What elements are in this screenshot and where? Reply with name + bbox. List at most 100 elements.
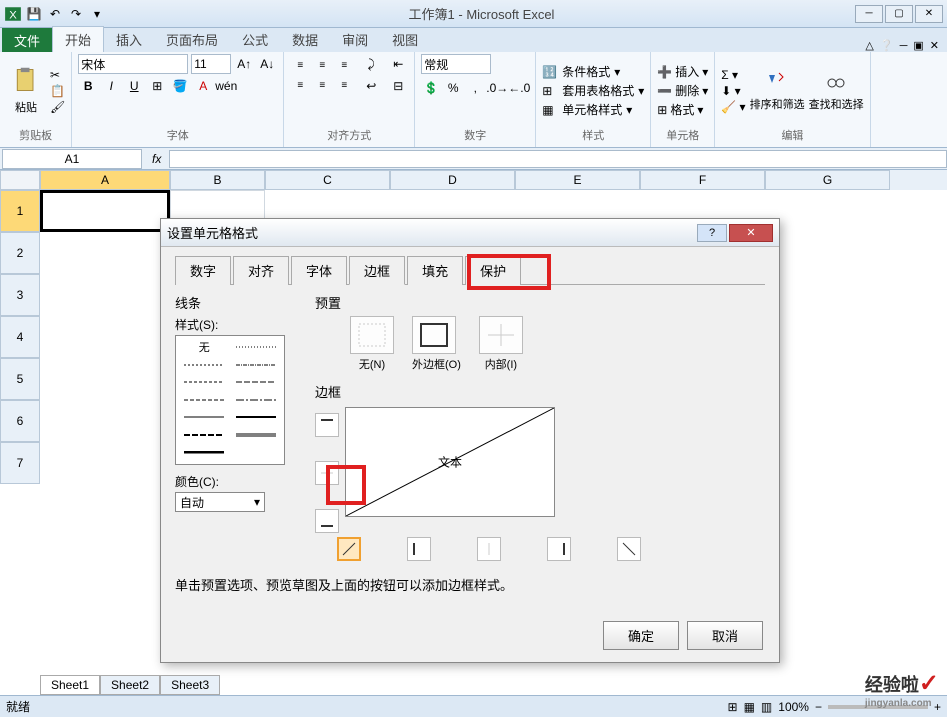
border-right-button[interactable] <box>547 537 571 561</box>
border-left-button[interactable] <box>407 537 431 561</box>
merge-icon[interactable]: ⊟ <box>388 76 408 96</box>
number-format-select[interactable] <box>421 54 491 74</box>
zoom-out-icon[interactable]: − <box>815 700 822 714</box>
cut-icon[interactable]: ✂ <box>50 68 65 82</box>
delete-button[interactable]: ➖删除 ▾ <box>657 81 708 100</box>
close-button[interactable]: ✕ <box>915 5 943 23</box>
col-header-E[interactable]: E <box>515 170 640 190</box>
preset-none-button[interactable] <box>350 316 394 354</box>
tab-insert[interactable]: 插入 <box>104 27 154 52</box>
formula-input[interactable] <box>169 150 947 168</box>
line-style-11[interactable] <box>232 428 281 442</box>
dlg-tab-protect[interactable]: 保护 <box>465 256 521 285</box>
view-break-icon[interactable]: ▥ <box>761 700 772 714</box>
zoom-level[interactable]: 100% <box>778 700 809 714</box>
bold-button[interactable]: B <box>78 76 98 96</box>
underline-button[interactable]: U <box>124 76 144 96</box>
row-header-5[interactable]: 5 <box>0 358 40 400</box>
tab-layout[interactable]: 页面布局 <box>154 27 230 52</box>
name-box[interactable] <box>2 149 142 169</box>
dlg-tab-number[interactable]: 数字 <box>175 256 231 285</box>
line-style-5[interactable] <box>232 375 281 389</box>
view-layout-icon[interactable]: ▦ <box>744 700 755 714</box>
format-painter-icon[interactable]: 🖌 <box>50 100 65 114</box>
undo-icon[interactable]: ↶ <box>46 5 64 23</box>
copy-icon[interactable]: 📋 <box>50 84 65 98</box>
paste-button[interactable]: 粘贴 <box>6 66 46 115</box>
line-style-2[interactable] <box>180 358 229 372</box>
italic-button[interactable]: I <box>101 76 121 96</box>
border-diag-down-button[interactable] <box>617 537 641 561</box>
clear-icon[interactable]: 🧹 ▾ <box>721 100 745 114</box>
percent-icon[interactable]: % <box>443 78 463 98</box>
comma-icon[interactable]: , <box>465 78 485 98</box>
line-style-none[interactable]: 无 <box>180 340 229 354</box>
conditional-format-button[interactable]: 🔢条件格式 ▾ <box>542 62 644 81</box>
row-header-1[interactable]: 1 <box>0 190 40 232</box>
cell-styles-button[interactable]: ▦单元格样式 ▾ <box>542 100 644 119</box>
row-header-7[interactable]: 7 <box>0 442 40 484</box>
increase-font-icon[interactable]: A↑ <box>234 54 254 74</box>
border-diag-up-button[interactable] <box>337 537 361 561</box>
select-all-corner[interactable] <box>0 170 40 190</box>
doc-restore-icon[interactable]: ▣ <box>913 39 923 52</box>
insert-button[interactable]: ➕插入 ▾ <box>657 62 708 81</box>
maximize-button[interactable]: ▢ <box>885 5 913 23</box>
line-style-6[interactable] <box>180 393 229 407</box>
file-tab[interactable]: 文件 <box>2 28 52 52</box>
align-middle-icon[interactable]: ≡ <box>312 56 332 74</box>
col-header-B[interactable]: B <box>170 170 265 190</box>
indent-decrease-icon[interactable]: ⇤ <box>388 54 408 74</box>
currency-icon[interactable]: 💲 <box>421 78 441 98</box>
fill-color-button[interactable]: 🪣 <box>170 76 190 96</box>
excel-icon[interactable]: X <box>4 5 22 23</box>
border-vmid-button[interactable] <box>477 537 501 561</box>
qat-dropdown-icon[interactable]: ▾ <box>88 5 106 23</box>
border-bottom-button2[interactable] <box>315 509 339 533</box>
align-right-icon[interactable]: ≡ <box>334 76 354 94</box>
table-format-button[interactable]: ⊞套用表格格式 ▾ <box>542 81 644 100</box>
font-color-button[interactable]: A <box>193 76 213 96</box>
color-select[interactable]: 自动▾ <box>175 492 265 512</box>
preset-inside-button[interactable] <box>479 316 523 354</box>
increase-decimal-icon[interactable]: .0→ <box>487 78 507 98</box>
save-icon[interactable]: 💾 <box>25 5 43 23</box>
line-style-10[interactable] <box>180 428 229 442</box>
align-center-icon[interactable]: ≡ <box>312 76 332 94</box>
dlg-tab-border[interactable]: 边框 <box>349 256 405 285</box>
tab-data[interactable]: 数据 <box>280 27 330 52</box>
col-header-D[interactable]: D <box>390 170 515 190</box>
sum-icon[interactable]: Σ ▾ <box>721 68 745 82</box>
minimize-ribbon-icon[interactable]: △ <box>865 39 873 52</box>
sheet-tab-1[interactable]: Sheet1 <box>40 675 100 695</box>
dialog-title-bar[interactable]: 设置单元格格式 ? ✕ <box>161 219 779 247</box>
format-button[interactable]: ⊞格式 ▾ <box>657 100 708 119</box>
row-header-2[interactable]: 2 <box>0 232 40 274</box>
line-style-12[interactable] <box>180 445 229 459</box>
doc-minimize-icon[interactable]: ─ <box>900 40 908 52</box>
col-header-F[interactable]: F <box>640 170 765 190</box>
tab-home[interactable]: 开始 <box>52 26 104 52</box>
col-header-G[interactable]: G <box>765 170 890 190</box>
border-preview[interactable]: 文本 <box>345 407 555 517</box>
line-style-1[interactable] <box>232 340 281 354</box>
cell-A1[interactable] <box>40 190 170 232</box>
tab-review[interactable]: 审阅 <box>330 27 380 52</box>
font-name-select[interactable] <box>78 54 188 74</box>
redo-icon[interactable]: ↷ <box>67 5 85 23</box>
line-style-3[interactable] <box>232 358 281 372</box>
cancel-button[interactable]: 取消 <box>687 621 763 650</box>
sheet-tab-2[interactable]: Sheet2 <box>100 675 160 695</box>
fill-icon[interactable]: ⬇ ▾ <box>721 84 745 98</box>
row-header-4[interactable]: 4 <box>0 316 40 358</box>
preset-outline-button[interactable] <box>412 316 456 354</box>
dlg-tab-font[interactable]: 字体 <box>291 256 347 285</box>
font-size-select[interactable] <box>191 54 231 74</box>
row-header-3[interactable]: 3 <box>0 274 40 316</box>
dialog-close-button[interactable]: ✕ <box>729 224 773 242</box>
col-header-A[interactable]: A <box>40 170 170 190</box>
fx-icon[interactable]: fx <box>144 152 169 166</box>
tab-formula[interactable]: 公式 <box>230 27 280 52</box>
find-select-button[interactable]: 查找和选择 <box>809 69 864 112</box>
decrease-font-icon[interactable]: A↓ <box>257 54 277 74</box>
